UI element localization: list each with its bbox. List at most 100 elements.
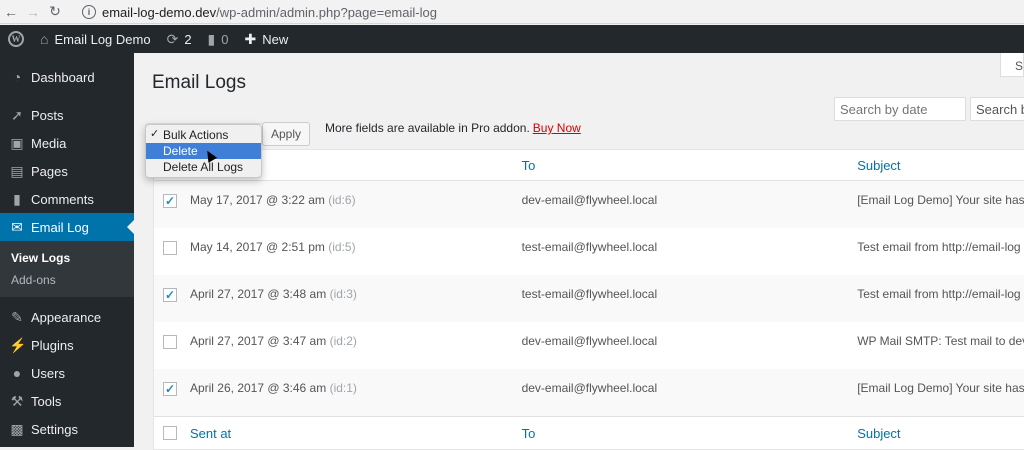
subject: Test email from http://email-log xyxy=(857,287,1021,301)
apply-button[interactable]: Apply xyxy=(262,122,310,146)
home-icon: ⌂ xyxy=(40,31,49,47)
info-icon[interactable]: i xyxy=(82,5,96,19)
sidebar-item-label: Pages xyxy=(31,163,68,179)
sent-at[interactable]: April 26, 2017 @ 3:46 am xyxy=(190,381,326,395)
log-id: (id:1) xyxy=(329,381,357,395)
address-bar[interactable]: i email-log-demo.dev/wp-admin/admin.php?… xyxy=(82,2,437,22)
back-arrow-icon[interactable]: ← xyxy=(0,1,22,23)
checkmark-icon: ✓ xyxy=(150,128,160,140)
to-address: dev-email@flywheel.local xyxy=(521,334,658,348)
sent-at[interactable]: May 17, 2017 @ 3:22 am xyxy=(190,193,325,207)
email-log-submenu: View Logs Add-ons xyxy=(0,241,134,297)
sidebar-item-label: Appearance xyxy=(31,309,102,325)
sidebar-item-appearance[interactable]: ✎ Appearance xyxy=(0,303,134,331)
subject: WP Mail SMTP: Test mail to dev xyxy=(857,334,1024,348)
sidebar-item-label: Email Log xyxy=(31,219,89,235)
reload-icon[interactable]: ↻ xyxy=(44,1,66,23)
users-icon: ● xyxy=(12,365,22,381)
submenu-view-logs[interactable]: View Logs xyxy=(0,247,134,269)
comments-link[interactable]: ▮ 0 xyxy=(200,25,237,53)
email-logs-table: Sent at To Subject ✓ May 17, 2017 @ 3:22… xyxy=(153,149,1024,450)
sidebar-item-label: Comments xyxy=(31,191,94,207)
option-label: Delete xyxy=(163,144,198,158)
new-label: New xyxy=(262,31,289,47)
dashboard-icon: ◔ xyxy=(12,69,22,85)
table-row: ✓ April 26, 2017 @ 3:46 am (id:1) dev-em… xyxy=(154,369,1024,416)
plus-icon: ✚ xyxy=(244,30,257,47)
main-content: Sc Email Logs Search b Apply More fields… xyxy=(134,53,1024,450)
site-name: Email Log Demo xyxy=(54,31,151,47)
pages-icon: ▤ xyxy=(10,162,24,179)
wordpress-logo-icon: W xyxy=(8,31,24,47)
sidebar-item-posts[interactable]: ➚ Posts xyxy=(0,101,134,129)
to-address: test-email@flywheel.local xyxy=(521,287,658,301)
updates-link[interactable]: ⟳ 2 xyxy=(159,25,200,53)
dropdown-option-delete[interactable]: Delete xyxy=(146,143,261,159)
row-checkbox[interactable] xyxy=(163,335,177,349)
sidebar-item-email-log[interactable]: ✉ Email Log xyxy=(0,213,134,241)
screen-options-button[interactable]: Sc xyxy=(1000,53,1024,77)
submenu-add-ons[interactable]: Add-ons xyxy=(0,269,134,291)
subject: [Email Log Demo] Your site has xyxy=(857,193,1024,207)
sent-at[interactable]: April 27, 2017 @ 3:47 am xyxy=(190,334,326,348)
sidebar-item-label: Media xyxy=(31,135,67,151)
updates-count: 2 xyxy=(184,31,192,47)
log-id: (id:5) xyxy=(328,240,356,254)
wp-menu[interactable]: W xyxy=(0,25,32,53)
sidebar-item-media[interactable]: ▣ Media xyxy=(0,129,134,157)
new-content-link[interactable]: ✚ New xyxy=(237,25,297,53)
column-sent-at-footer[interactable]: Sent at xyxy=(186,426,522,441)
media-icon: ▣ xyxy=(10,134,24,151)
column-subject-footer[interactable]: Subject xyxy=(857,426,1024,441)
subject: [Email Log Demo] Your site has xyxy=(857,381,1024,395)
option-label: Bulk Actions xyxy=(163,128,229,142)
search-date-input[interactable] xyxy=(834,97,966,121)
sidebar-item-pages[interactable]: ▤ Pages xyxy=(0,157,134,185)
option-label: Delete All Logs xyxy=(163,160,244,174)
sidebar-item-label: Posts xyxy=(31,107,64,123)
table-row: April 27, 2017 @ 3:47 am (id:2) dev-emai… xyxy=(154,322,1024,369)
search-term-input[interactable]: Search b xyxy=(970,97,1024,121)
log-id: (id:2) xyxy=(329,334,357,348)
page-title: Email Logs xyxy=(152,72,246,93)
email-icon: ✉ xyxy=(11,218,23,235)
subject: Test email from http://email-log xyxy=(857,240,1021,254)
table-row: ✓ May 17, 2017 @ 3:22 am (id:6) dev-emai… xyxy=(154,181,1024,228)
url-domain: email-log-demo.dev xyxy=(102,4,217,20)
pro-addon-notice: More fields are available in Pro addon. B… xyxy=(325,121,581,135)
column-to[interactable]: To xyxy=(522,158,858,173)
row-checkbox[interactable]: ✓ xyxy=(163,288,177,302)
sidebar-item-tools[interactable]: ⚒ Tools xyxy=(0,387,134,415)
buy-now-link[interactable]: Buy Now xyxy=(533,121,581,135)
sent-at[interactable]: May 14, 2017 @ 2:51 pm xyxy=(190,240,325,254)
table-footer: Sent at To Subject xyxy=(154,416,1024,449)
pin-icon: ➚ xyxy=(11,106,23,123)
sidebar-item-label: Dashboard xyxy=(31,69,95,85)
site-name-link[interactable]: ⌂ Email Log Demo xyxy=(32,25,159,53)
dropdown-option-delete-all-logs[interactable]: Delete All Logs xyxy=(146,159,261,175)
sidebar-item-settings[interactable]: ▩ Settings xyxy=(0,415,134,443)
to-address: test-email@flywheel.local xyxy=(521,240,658,254)
comment-bubble-icon: ▮ xyxy=(207,30,216,47)
row-checkbox[interactable]: ✓ xyxy=(163,194,177,208)
column-to-footer[interactable]: To xyxy=(522,426,858,441)
bulk-actions-dropdown: ✓ Bulk Actions Delete Delete All Logs xyxy=(145,124,262,178)
row-checkbox[interactable] xyxy=(163,241,177,255)
updates-icon: ⟳ xyxy=(166,30,179,47)
sidebar-item-plugins[interactable]: ⚡ Plugins xyxy=(0,331,134,359)
dropdown-option-bulk-actions[interactable]: ✓ Bulk Actions xyxy=(146,127,261,143)
column-subject[interactable]: Subject xyxy=(857,158,1024,173)
sidebar-item-dashboard[interactable]: ◔ Dashboard xyxy=(0,63,134,91)
row-checkbox[interactable]: ✓ xyxy=(163,382,177,396)
sidebar-item-users[interactable]: ● Users xyxy=(0,359,134,387)
sidebar-item-comments[interactable]: ▮ Comments xyxy=(0,185,134,213)
select-all-checkbox-footer[interactable] xyxy=(163,426,177,440)
sidebar-item-label: Tools xyxy=(31,393,62,409)
url-path: /wp-admin/admin.php?page=email-log xyxy=(216,4,437,20)
browser-toolbar: ← → ↻ i email-log-demo.dev/wp-admin/admi… xyxy=(0,0,1024,24)
table-row: May 14, 2017 @ 2:51 pm (id:5) test-email… xyxy=(154,228,1024,275)
comments-count: 0 xyxy=(221,31,229,47)
to-address: dev-email@flywheel.local xyxy=(521,193,658,207)
sent-at[interactable]: April 27, 2017 @ 3:48 am xyxy=(190,287,326,301)
forward-arrow-icon[interactable]: → xyxy=(22,1,44,23)
